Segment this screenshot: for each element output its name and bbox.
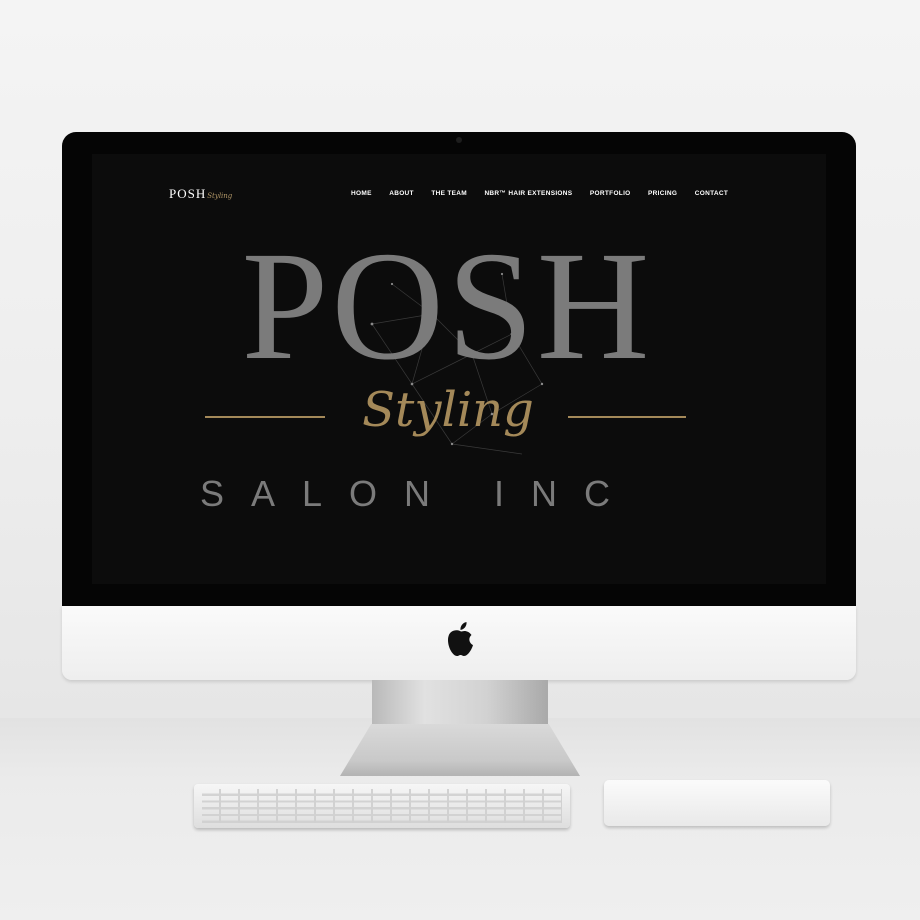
- imac-stand-neck: [372, 680, 548, 726]
- site-logo-script: Styling: [207, 192, 233, 200]
- nav-item-hair-extensions[interactable]: NBR™ HAIR EXTENSIONS: [484, 190, 572, 197]
- hero-subtitle: SALON INC: [200, 473, 638, 514]
- nav-item-contact[interactable]: CONTACT: [695, 190, 728, 197]
- website-screen: POSHStyling HOME ABOUT THE TEAM NBR™ HAI…: [92, 154, 826, 584]
- apple-logo-icon: [448, 622, 473, 656]
- hero-title: POSH: [241, 219, 653, 392]
- main-nav: HOME ABOUT THE TEAM NBR™ HAIR EXTENSIONS…: [351, 190, 746, 197]
- nav-item-home[interactable]: HOME: [351, 190, 372, 197]
- nav-item-the-team[interactable]: THE TEAM: [431, 190, 467, 197]
- camera-icon: [456, 137, 462, 143]
- trackpad: [604, 780, 830, 826]
- imac-stand-base: [340, 724, 580, 776]
- imac-display: POSHStyling HOME ABOUT THE TEAM NBR™ HAI…: [62, 132, 856, 606]
- hero-script: Styling: [362, 382, 534, 438]
- site-logo[interactable]: POSHStyling: [169, 185, 232, 203]
- nav-item-portfolio[interactable]: PORTFOLIO: [590, 190, 631, 197]
- hero-rule-right: [568, 416, 686, 418]
- keyboard-keys: [202, 789, 562, 823]
- site-logo-word: POSH: [169, 186, 207, 201]
- keyboard: [194, 784, 570, 828]
- imac-chin: [62, 606, 856, 680]
- hero-rule-left: [205, 416, 325, 418]
- nav-item-about[interactable]: ABOUT: [389, 190, 414, 197]
- nav-item-pricing[interactable]: PRICING: [648, 190, 677, 197]
